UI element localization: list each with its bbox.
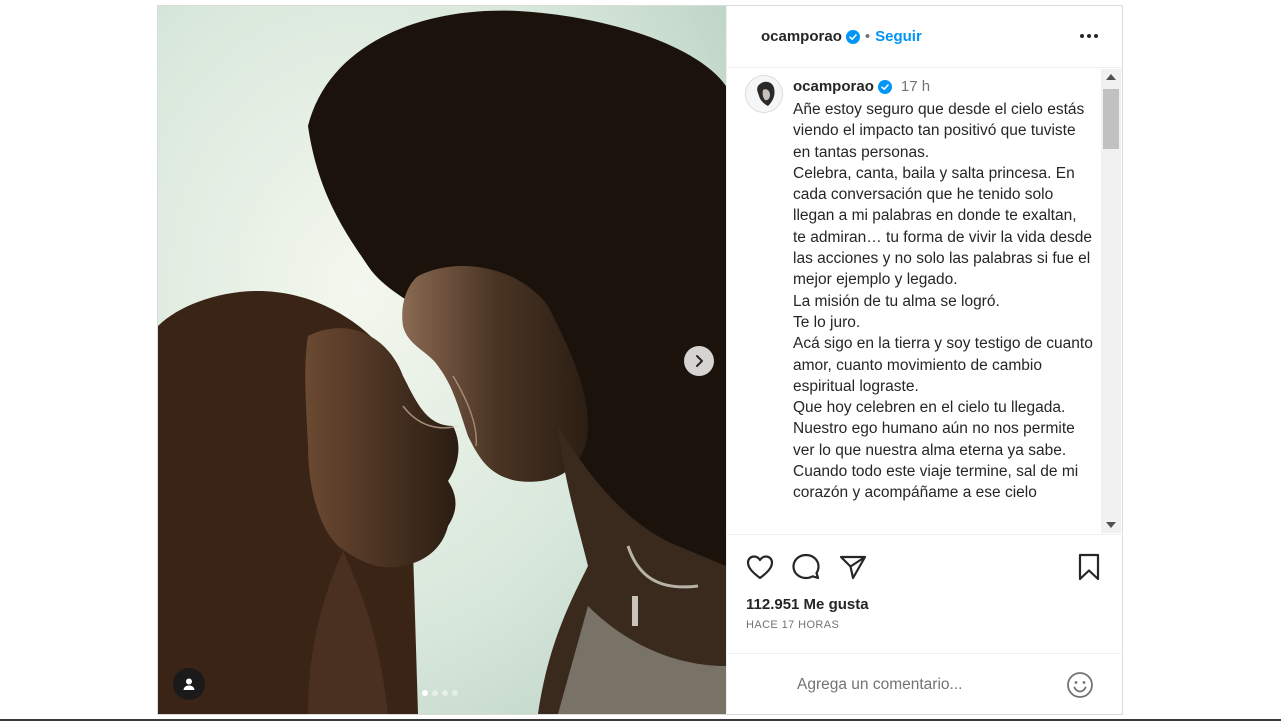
photo-couple-silhouette bbox=[158, 6, 726, 714]
caption-header: ocamporao 17 h bbox=[793, 78, 930, 95]
caption-time[interactable]: 17 h bbox=[901, 78, 930, 95]
smiley-icon bbox=[1067, 672, 1093, 698]
emoji-button[interactable] bbox=[1065, 670, 1095, 700]
post-side-panel: ocamporao • Seguir ocamporao 17 h Añe es… bbox=[726, 6, 1123, 714]
user-tag-icon bbox=[183, 678, 195, 690]
more-horizontal-icon bbox=[1080, 34, 1098, 38]
caption-scrollbar[interactable] bbox=[1101, 69, 1121, 533]
avatar[interactable] bbox=[745, 75, 783, 113]
carousel-dot bbox=[432, 690, 438, 696]
carousel-dot bbox=[442, 690, 448, 696]
caption-text: Añe estoy seguro que desde el cielo está… bbox=[793, 101, 1093, 502]
tagged-users-button[interactable] bbox=[173, 668, 205, 700]
chevron-right-icon bbox=[696, 355, 703, 367]
carousel-indicator bbox=[422, 690, 458, 696]
share-button[interactable] bbox=[838, 552, 868, 582]
save-button[interactable] bbox=[1074, 552, 1104, 582]
next-slide-button[interactable] bbox=[684, 346, 714, 376]
likes-count[interactable]: 112.951 Me gusta bbox=[746, 596, 869, 613]
header-separator: • bbox=[864, 28, 871, 45]
verified-badge-icon bbox=[845, 29, 860, 44]
caption-username[interactable]: ocamporao bbox=[793, 78, 874, 95]
follow-button[interactable]: Seguir bbox=[875, 28, 922, 45]
posted-time[interactable]: HACE 17 HORAS bbox=[746, 619, 839, 631]
verified-badge-icon bbox=[877, 79, 892, 94]
comment-button[interactable] bbox=[791, 552, 821, 582]
post-header: ocamporao • Seguir bbox=[727, 6, 1123, 68]
caption-section: ocamporao 17 h Añe estoy seguro que desd… bbox=[727, 69, 1123, 533]
paper-plane-icon bbox=[839, 555, 867, 580]
comment-input[interactable] bbox=[797, 672, 1057, 698]
bookmark-icon bbox=[1078, 553, 1100, 581]
post-modal: ocamporao • Seguir ocamporao 17 h Añe es… bbox=[157, 5, 1123, 715]
actions-section: 112.951 Me gusta HACE 17 HORAS bbox=[727, 534, 1123, 714]
scroll-up-arrow-icon[interactable] bbox=[1106, 74, 1116, 80]
scroll-down-arrow-icon[interactable] bbox=[1106, 522, 1116, 528]
like-button[interactable] bbox=[745, 552, 775, 582]
scrollbar-thumb[interactable] bbox=[1103, 89, 1119, 149]
carousel-dot bbox=[452, 690, 458, 696]
heart-icon bbox=[746, 555, 774, 580]
more-options-button[interactable] bbox=[1077, 24, 1101, 48]
post-photo bbox=[158, 6, 726, 714]
comment-form bbox=[727, 653, 1123, 715]
header-username[interactable]: ocamporao bbox=[761, 28, 842, 45]
avatar-image bbox=[746, 76, 782, 112]
carousel-dot bbox=[422, 690, 428, 696]
comment-bubble-icon bbox=[792, 553, 820, 580]
screen: ocamporao • Seguir ocamporao 17 h Añe es… bbox=[0, 0, 1281, 721]
